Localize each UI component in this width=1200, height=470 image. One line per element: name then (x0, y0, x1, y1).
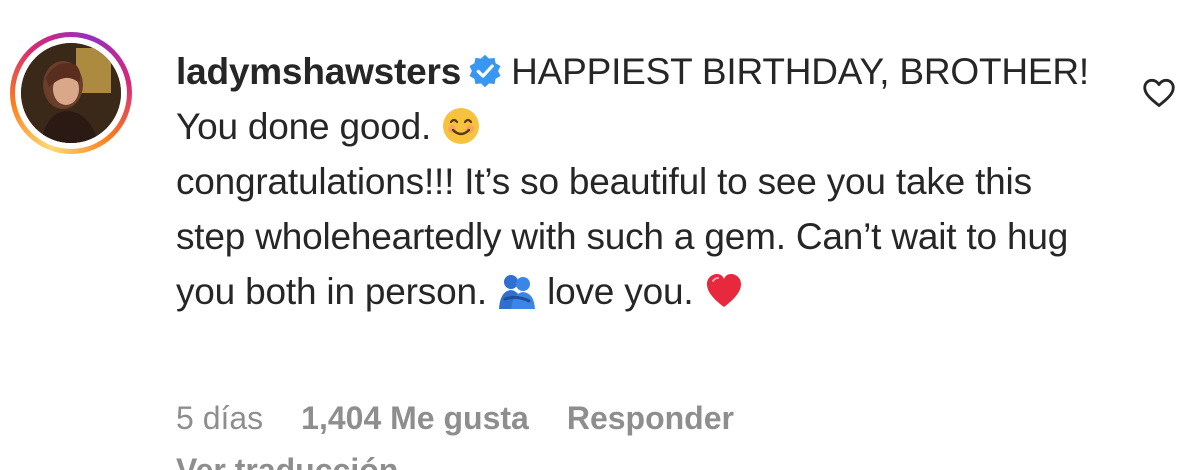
avatar-image (21, 43, 121, 143)
heart-outline-icon[interactable] (1140, 73, 1178, 111)
red-heart-emoji (706, 274, 741, 307)
comment-meta: 5 días 1,404 Me gusta Responder (176, 400, 772, 437)
comment: ladymshawsters HAPPIEST BIRTHDAY, BROTHE… (0, 0, 1200, 470)
comment-text-part3: love you. (547, 271, 694, 312)
username-link[interactable]: ladymshawsters (176, 51, 461, 92)
verified-badge-icon (469, 54, 501, 88)
reply-button[interactable]: Responder (567, 400, 734, 436)
see-translation-link[interactable]: Ver traducción (176, 452, 398, 470)
smiling-face-emoji (443, 108, 480, 144)
people-hugging-emoji (499, 275, 536, 309)
comment-time[interactable]: 5 días (176, 400, 263, 436)
likes-count-button[interactable]: 1,404 Me gusta (301, 400, 529, 436)
avatar-story-ring[interactable] (10, 32, 132, 154)
comment-text: ladymshawsters HAPPIEST BIRTHDAY, BROTHE… (176, 44, 1096, 319)
avatar[interactable] (21, 43, 121, 143)
